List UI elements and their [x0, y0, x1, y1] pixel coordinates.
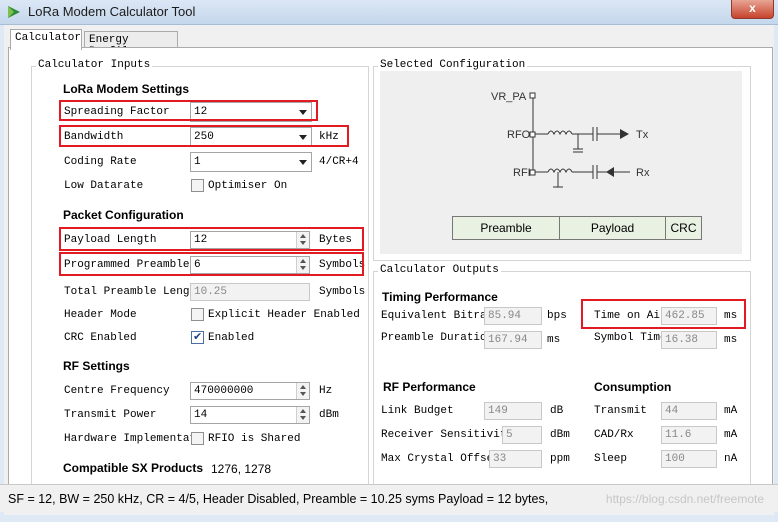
- total-preamble-field: 10.25: [190, 283, 310, 301]
- transmit-label: Transmit: [594, 405, 647, 417]
- status-bar: SF = 12, BW = 250 kHz, CR = 4/5, Header …: [0, 484, 778, 512]
- title-bar: LoRa Modem Calculator Tool x: [0, 0, 778, 25]
- equivalent-bitrate-label: Equivalent Bitrate: [381, 310, 500, 322]
- low-datarate-check-label: Optimiser On: [208, 180, 288, 192]
- cad-rx-field: 11.6: [661, 426, 717, 444]
- equivalent-bitrate-field: 85.94: [484, 307, 542, 325]
- packet-payload: Payload: [559, 216, 666, 240]
- outputs-group: Calculator Outputs Timing Performance Eq…: [373, 264, 751, 504]
- highlight-box: [581, 299, 746, 329]
- receiver-sensitivity-label: Receiver Sensitivity: [381, 429, 514, 441]
- low-datarate-label: Low Datarate: [64, 180, 144, 192]
- arrow-down-icon: [300, 392, 306, 396]
- selected-config-group: Selected Configuration VR_PA RFO RFI Tx …: [373, 59, 751, 261]
- transmit-power-unit: dBm: [319, 409, 339, 421]
- header-mode-checkbox[interactable]: [191, 308, 204, 321]
- tab-calculator[interactable]: Calculator: [10, 29, 82, 50]
- packet-crc: CRC: [665, 216, 702, 240]
- transmit-unit: mA: [724, 405, 738, 417]
- sleep-unit: nA: [724, 453, 738, 465]
- compatible-products-label: Compatible SX Products: [63, 461, 204, 475]
- transmit-field: 44: [661, 402, 717, 420]
- watermark: https://blog.csdn.net/freemote: [605, 492, 764, 506]
- selected-config-title: Selected Configuration: [378, 59, 528, 71]
- arrow-up-icon: [300, 409, 306, 413]
- hardware-label: Hardware Implementati: [64, 433, 203, 445]
- preamble-duration-field: 167.94: [484, 331, 542, 349]
- highlight-box: [59, 100, 318, 121]
- link-budget-unit: dB: [550, 405, 564, 417]
- max-crystal-offset-field: 33: [489, 450, 542, 468]
- rfio-shared-checkbox[interactable]: [191, 432, 204, 445]
- max-crystal-offset-label: Max Crystal Offset: [381, 453, 500, 465]
- preamble-duration-label: Preamble Duration: [381, 332, 494, 344]
- symbol-time-label: Symbol Time: [594, 332, 667, 344]
- compatible-products-value: 1276, 1278: [211, 462, 272, 476]
- rf-schematic-icon: [529, 92, 630, 188]
- transmit-power-label: Transmit Power: [64, 409, 157, 421]
- transmit-power-input[interactable]: 14: [190, 406, 310, 424]
- rfio-shared-check-label: RFIO is Shared: [208, 433, 301, 445]
- rf-performance-heading: RF Performance: [383, 380, 476, 394]
- timing-heading: Timing Performance: [382, 290, 498, 304]
- outputs-group-title: Calculator Outputs: [378, 264, 501, 276]
- receiver-sensitivity-unit: dBm: [550, 429, 570, 441]
- chevron-down-icon: [299, 160, 307, 165]
- sleep-field: 100: [661, 450, 717, 468]
- coding-rate-select[interactable]: 1: [190, 152, 312, 172]
- crc-enabled-check-label: Enabled: [208, 332, 255, 344]
- spin-buttons[interactable]: [296, 383, 309, 399]
- inputs-group-title: Calculator Inputs: [36, 59, 153, 71]
- arrow-up-icon: [300, 385, 306, 389]
- close-button[interactable]: x: [731, 0, 774, 19]
- symbol-time-unit: ms: [724, 334, 738, 346]
- calculator-page: Calculator Inputs LoRa Modem Settings Sp…: [8, 47, 773, 507]
- preamble-duration-unit: ms: [547, 334, 561, 346]
- link-budget-label: Link Budget: [381, 405, 454, 417]
- coding-rate-label: Coding Rate: [64, 156, 137, 168]
- transmit-power-value: 14: [194, 409, 208, 421]
- highlight-box: [59, 252, 364, 276]
- equivalent-bitrate-unit: bps: [547, 310, 567, 322]
- window-client: Calculator Energy Profile Calculator Inp…: [4, 25, 774, 515]
- centre-frequency-input[interactable]: 470000000: [190, 382, 310, 400]
- crc-enabled-checkbox[interactable]: [191, 330, 204, 344]
- receiver-sensitivity-field: 5: [502, 426, 542, 444]
- spin-buttons[interactable]: [296, 407, 309, 423]
- total-preamble-unit: Symbols: [319, 286, 366, 298]
- consumption-heading: Consumption: [594, 380, 672, 394]
- packet-preamble: Preamble: [452, 216, 560, 240]
- inputs-group: Calculator Inputs LoRa Modem Settings Sp…: [31, 59, 369, 504]
- max-crystal-offset-unit: ppm: [550, 453, 570, 465]
- header-mode-check-label: Explicit Header Enabled: [208, 309, 360, 321]
- highlight-box: [59, 227, 364, 251]
- status-text: SF = 12, BW = 250 kHz, CR = 4/5, Header …: [8, 492, 549, 506]
- cad-rx-unit: mA: [724, 429, 738, 441]
- low-datarate-checkbox[interactable]: [191, 179, 204, 192]
- centre-frequency-unit: Hz: [319, 385, 333, 397]
- modem-settings-heading: LoRa Modem Settings: [63, 82, 190, 96]
- window-title: LoRa Modem Calculator Tool: [28, 4, 196, 19]
- sleep-label: Sleep: [594, 453, 628, 465]
- rf-settings-heading: RF Settings: [63, 359, 130, 373]
- centre-frequency-label: Centre Frequency: [64, 385, 170, 397]
- symbol-time-field: 16.38: [661, 331, 717, 349]
- crc-enabled-label: CRC Enabled: [64, 332, 137, 344]
- app-icon: [8, 6, 20, 18]
- coding-rate-value: 1: [194, 156, 201, 168]
- highlight-box: [59, 125, 349, 147]
- arrow-down-icon: [300, 416, 306, 420]
- cad-rx-label: CAD/Rx: [594, 429, 634, 441]
- link-budget-field: 149: [484, 402, 542, 420]
- centre-frequency-value: 470000000: [194, 385, 254, 397]
- total-preamble-label: Total Preamble Length: [64, 286, 203, 298]
- config-diagram: VR_PA RFO RFI Tx Rx Preamble Payload CRC: [380, 71, 742, 254]
- header-mode-label: Header Mode: [64, 309, 137, 321]
- coding-rate-unit: 4/CR+4: [319, 156, 359, 168]
- packet-config-heading: Packet Configuration: [63, 208, 184, 222]
